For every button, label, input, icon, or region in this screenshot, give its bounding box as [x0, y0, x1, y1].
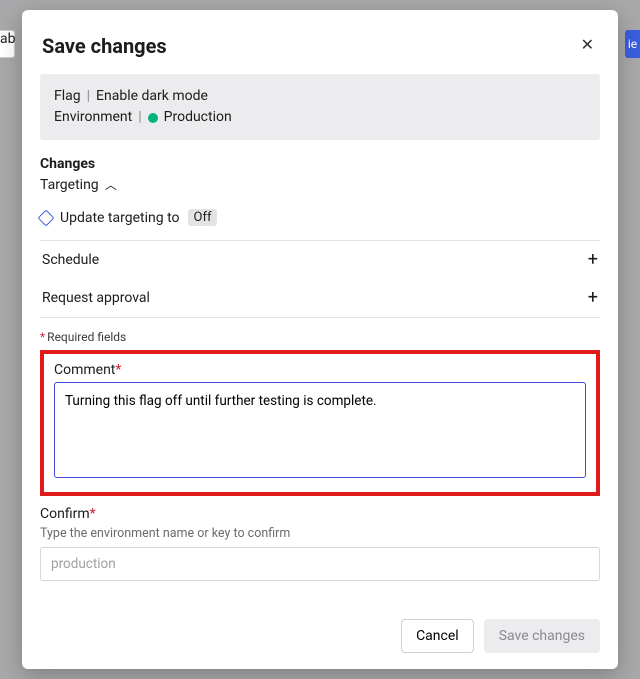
schedule-accordion[interactable]: Schedule + [40, 241, 600, 279]
change-value-pill: Off [188, 209, 218, 226]
cancel-button[interactable]: Cancel [401, 619, 474, 653]
required-fields-text: Required fields [47, 330, 126, 344]
change-indicator-icon [38, 209, 55, 226]
confirm-input[interactable] [40, 547, 600, 581]
modal-footer: Cancel Save changes [40, 605, 600, 653]
expander-label: Targeting [40, 177, 99, 193]
changes-heading: Changes [40, 156, 600, 172]
confirm-hint: Type the environment name or key to conf… [40, 526, 600, 541]
plus-icon: + [588, 289, 598, 307]
confirm-field-block: Confirm* Type the environment name or ke… [40, 506, 600, 581]
comment-label-text: Comment [54, 362, 115, 378]
chevron-up-icon: ︿ [105, 176, 117, 193]
schedule-label: Schedule [42, 252, 99, 268]
required-fields-note: *Required fields [40, 330, 600, 344]
context-env-value: Production [164, 107, 232, 128]
context-box: Flag | Enable dark mode Environment | Pr… [40, 74, 600, 140]
close-icon: ✕ [581, 37, 594, 54]
environment-status-icon [148, 113, 158, 123]
request-approval-accordion[interactable]: Request approval + [40, 279, 600, 317]
background-tab-right: ie [625, 30, 640, 58]
context-flag-label: Flag [54, 86, 81, 107]
asterisk-icon: * [115, 362, 121, 378]
context-env-line: Environment | Production [54, 107, 586, 128]
confirm-label-text: Confirm [40, 506, 90, 522]
separator-icon: | [138, 107, 141, 128]
save-changes-button[interactable]: Save changes [484, 619, 600, 653]
context-flag-line: Flag | Enable dark mode [54, 86, 586, 107]
separator-icon: | [87, 86, 90, 107]
approval-label: Request approval [42, 290, 150, 306]
comment-textarea[interactable] [54, 382, 586, 478]
asterisk-icon: * [40, 330, 45, 344]
targeting-expander[interactable]: Targeting ︿ [40, 176, 600, 193]
comment-label: Comment* [54, 362, 586, 378]
comment-field-block: Comment* [54, 362, 586, 482]
background-tab-left: ab [0, 30, 15, 58]
modal-header: Save changes ✕ [40, 28, 600, 60]
modal-title: Save changes [42, 34, 167, 58]
close-button[interactable]: ✕ [577, 34, 598, 58]
change-description: Update targeting to [60, 210, 180, 226]
plus-icon: + [588, 251, 598, 269]
context-env-label: Environment [54, 107, 132, 128]
change-row: Update targeting to Off [40, 203, 600, 241]
accordion: Schedule + Request approval + [40, 241, 600, 318]
asterisk-icon: * [90, 506, 96, 522]
confirm-label: Confirm* [40, 506, 600, 522]
save-changes-modal: Save changes ✕ Flag | Enable dark mode E… [22, 10, 618, 669]
comment-highlight: Comment* [40, 350, 600, 496]
context-flag-value: Enable dark mode [96, 86, 208, 107]
